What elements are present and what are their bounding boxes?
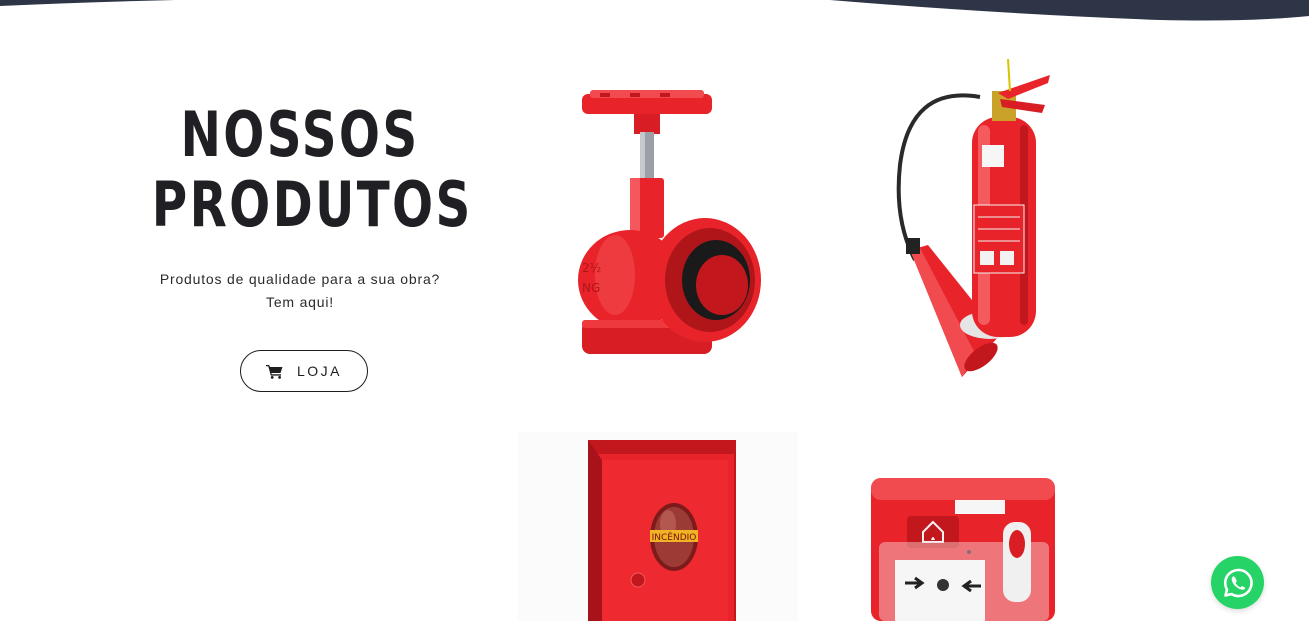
shop-button[interactable]: LOJA: [240, 350, 368, 392]
header-wave: [0, 0, 1309, 21]
fire-hydrant-valve-image[interactable]: 2½ NG: [560, 80, 780, 370]
page: NOSSOS PRODUTOS Produtos de qualidade pa…: [0, 0, 1309, 621]
section-title: NOSSOS PRODUTOS: [151, 98, 473, 241]
svg-text:NG: NG: [582, 281, 600, 295]
fire-hose-cabinet-image[interactable]: INCÊNDIO: [518, 432, 798, 621]
whatsapp-button[interactable]: [1211, 556, 1264, 609]
cabinet-label: INCÊNDIO: [652, 531, 697, 543]
fire-extinguisher-image[interactable]: [880, 55, 1060, 385]
svg-text:2½: 2½: [582, 261, 601, 275]
shopping-cart-icon: [265, 364, 283, 379]
subtitle-line-1: Produtos de qualidade para a sua obra?: [159, 271, 441, 287]
subtitle-line-2: Tem aqui!: [266, 294, 334, 310]
products-intro: NOSSOS PRODUTOS Produtos de qualidade pa…: [110, 100, 490, 314]
whatsapp-icon: [1223, 568, 1253, 597]
shop-button-label: LOJA: [296, 363, 342, 379]
title-line-2: PRODUTOS: [151, 168, 473, 241]
manual-call-point-image[interactable]: [865, 470, 1065, 621]
title-line-1: NOSSOS: [180, 98, 420, 171]
section-subtitle: Produtos de qualidade para a sua obra? T…: [135, 268, 465, 314]
